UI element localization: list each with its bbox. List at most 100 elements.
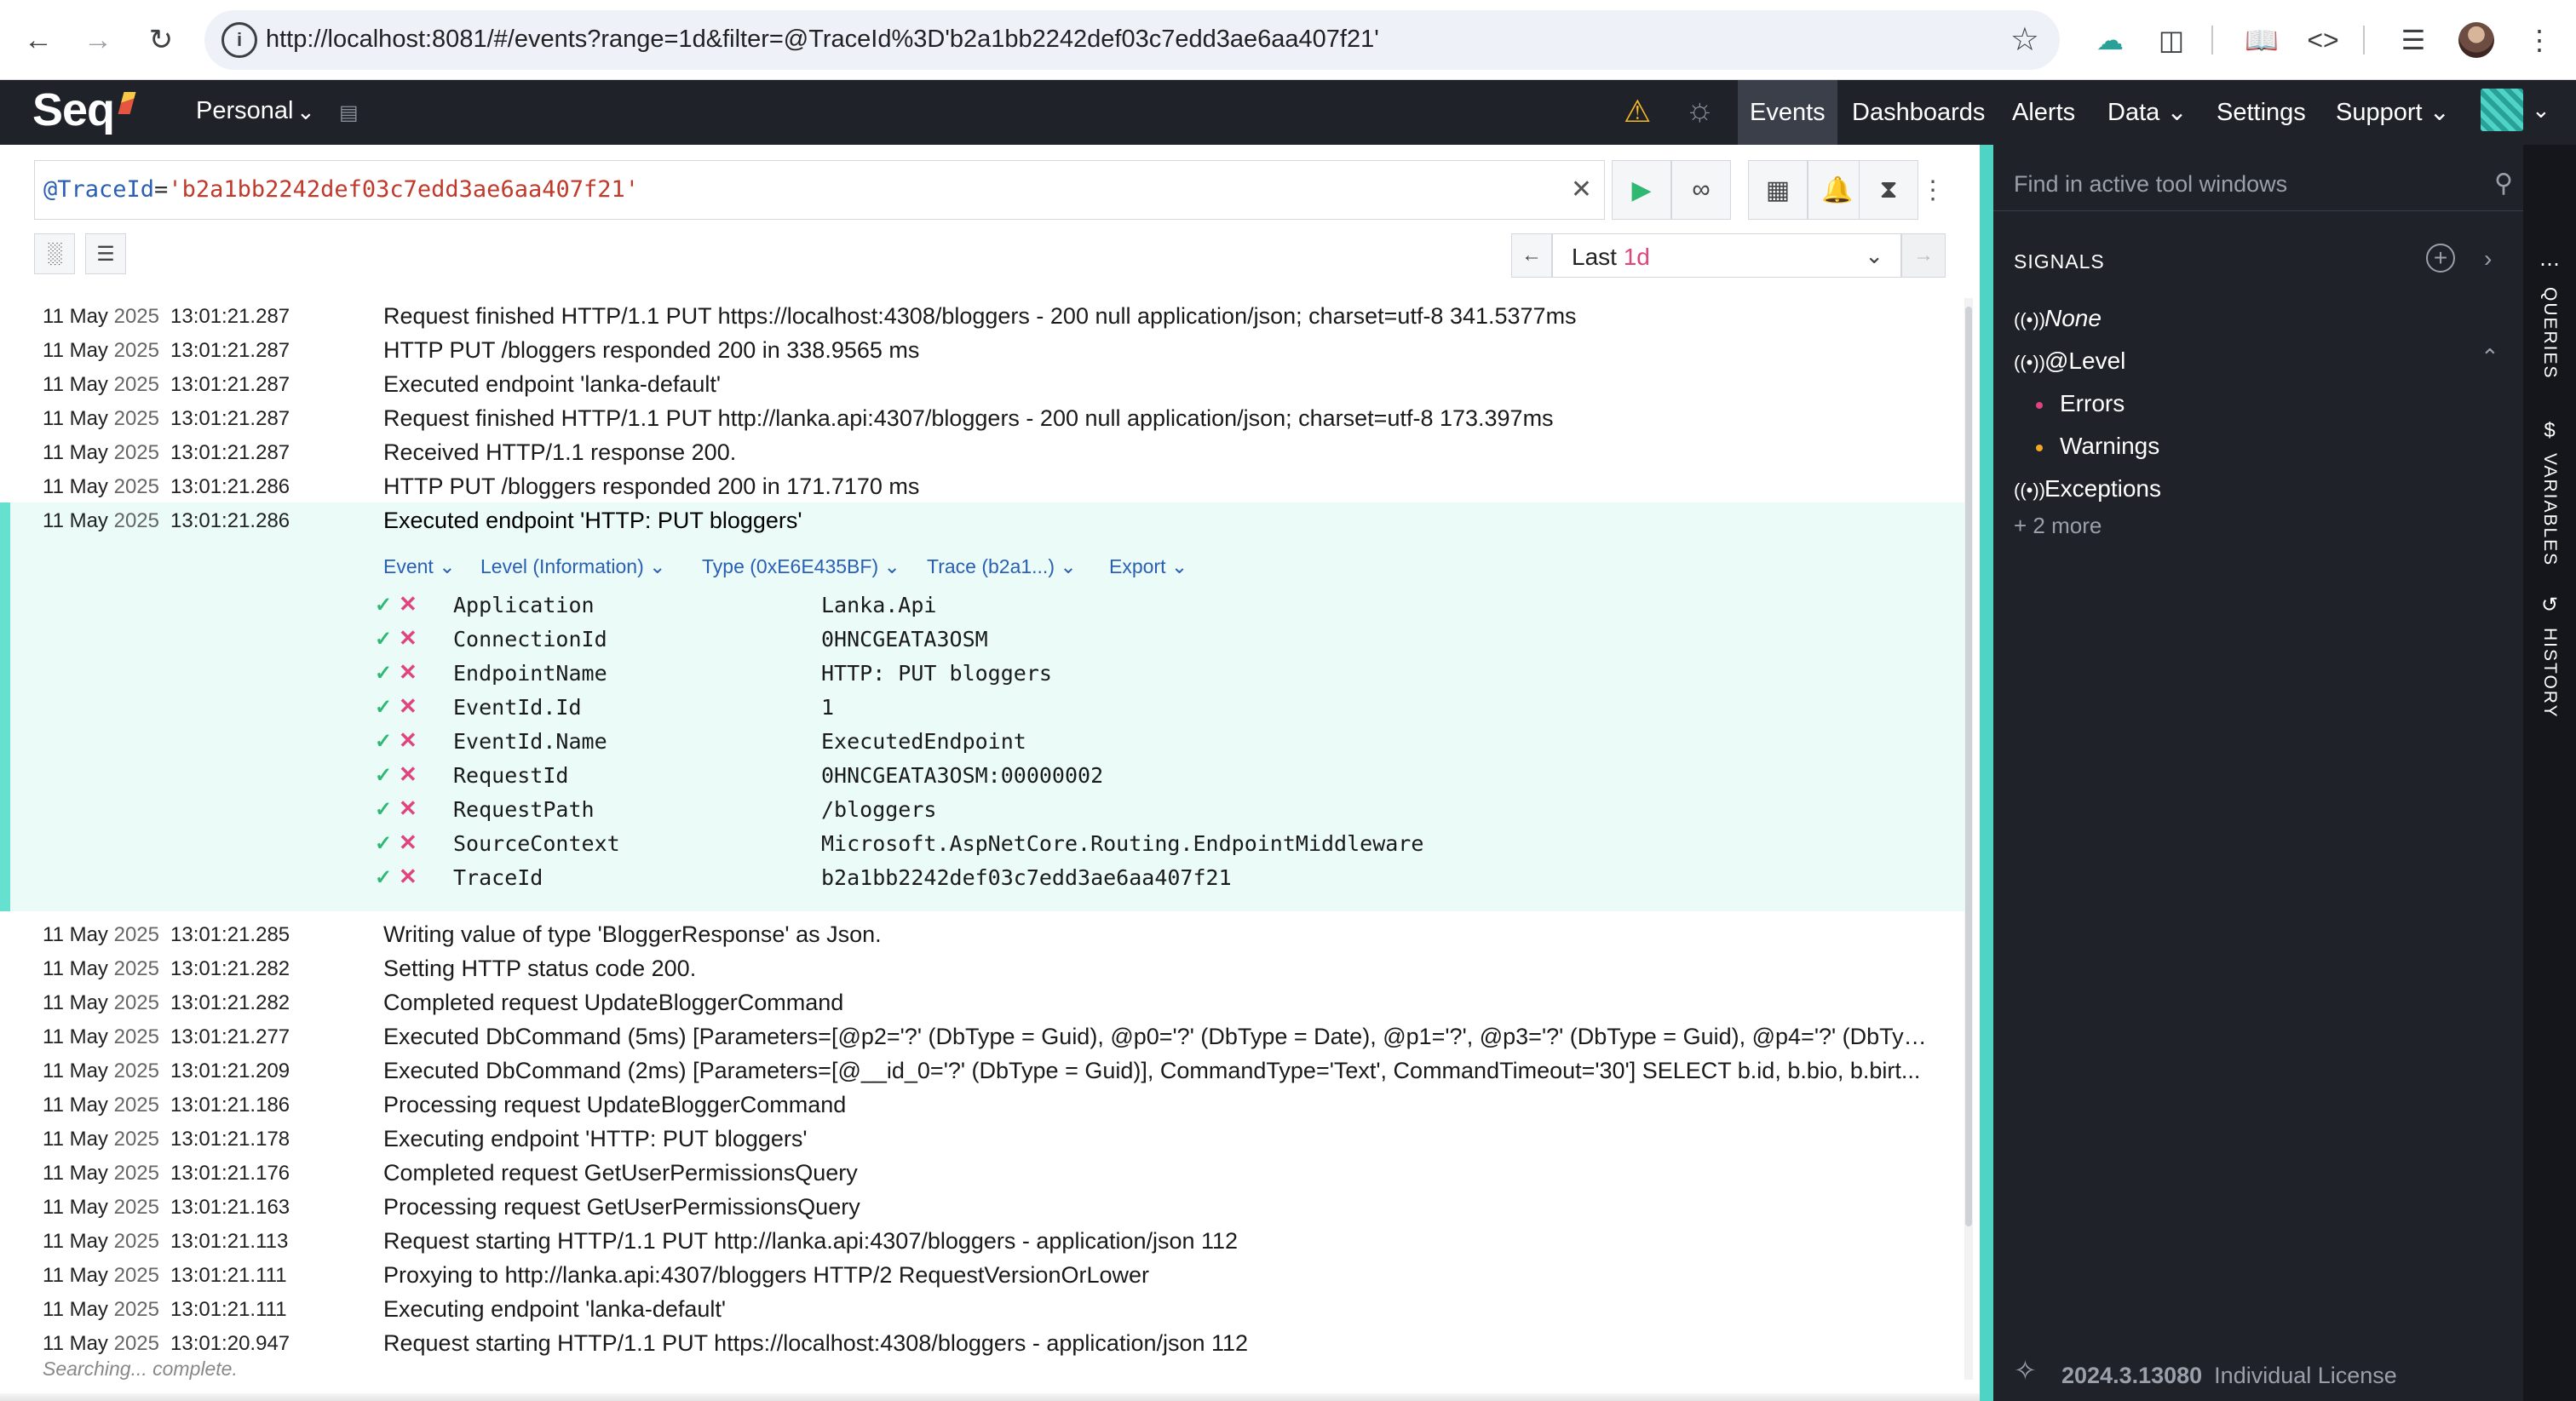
reading-list-icon[interactable]: 📖 [2240, 19, 2283, 61]
nav-dashboards[interactable]: Dashboards [1840, 80, 1997, 145]
nav-support[interactable]: Support ⌄ [2324, 80, 2462, 145]
tab-export[interactable]: Export ⌄ [1109, 555, 1187, 578]
event-row[interactable]: 11 May 2025 13:01:21.287 Request finishe… [0, 298, 1951, 332]
tab-level[interactable]: Level (Information) ⌄ [480, 555, 665, 578]
exclude-x-icon[interactable]: ✕ [399, 591, 417, 617]
user-identicon[interactable] [2481, 89, 2523, 131]
theme-toggle-icon[interactable]: ☼ [1685, 92, 1715, 129]
media-queue-icon[interactable]: ☰ [2392, 19, 2435, 61]
event-row[interactable]: 11 May 2025 13:01:21.186 Processing requ… [0, 1087, 1951, 1121]
include-check-icon[interactable]: ✓ [375, 797, 392, 822]
more-options-icon[interactable]: ⋮ [1920, 160, 1946, 220]
back-arrow-icon[interactable]: ← [17, 19, 60, 61]
tab-event[interactable]: Event ⌄ [383, 555, 456, 578]
chevron-up-icon[interactable]: ⌃ [2481, 344, 2499, 370]
event-row[interactable]: 11 May 2025 13:01:21.163 Processing requ… [0, 1189, 1951, 1223]
event-row[interactable]: 11 May 2025 13:01:21.178 Executing endpo… [0, 1121, 1951, 1155]
refresh-link-button[interactable]: ∞ [1671, 160, 1731, 220]
event-row[interactable]: 11 May 2025 13:01:21.287 Request finishe… [0, 400, 1951, 434]
include-check-icon[interactable]: ✓ [375, 627, 392, 652]
url-text[interactable]: http://localhost:8081/#/events?range=1d&… [266, 26, 1379, 54]
event-row[interactable]: 11 May 2025 13:01:21.176 Completed reque… [0, 1155, 1951, 1189]
event-row[interactable]: 11 May 2025 13:01:21.111 Proxying to htt… [0, 1257, 1951, 1291]
range-previous-icon[interactable]: ← [1511, 233, 1552, 278]
event-row[interactable]: 11 May 2025 13:01:21.111 Executing endpo… [0, 1291, 1951, 1325]
exclude-x-icon[interactable]: ✕ [399, 795, 417, 822]
include-check-icon[interactable]: ✓ [375, 593, 392, 617]
include-check-icon[interactable]: ✓ [375, 729, 392, 754]
add-signal-icon[interactable]: + [2426, 244, 2455, 273]
warning-icon[interactable]: ⚠ [1624, 94, 1651, 129]
profile-avatar[interactable] [2458, 22, 2494, 58]
save-workspace-icon[interactable]: ▤ [339, 100, 359, 125]
rail-queries[interactable]: ⋯ QUERIES [2523, 252, 2576, 380]
signal-button[interactable]: ⧗ [1859, 160, 1918, 220]
find-input[interactable] [2014, 167, 2474, 201]
tab-trace[interactable]: Trace (b2a1...) ⌄ [927, 555, 1077, 578]
include-check-icon[interactable]: ✓ [375, 661, 392, 686]
scrollbar-thumb[interactable] [1965, 307, 1972, 1226]
run-query-button[interactable]: ▶ [1612, 160, 1671, 220]
event-row[interactable]: 11 May 2025 13:01:21.287 Executed endpoi… [0, 366, 1951, 400]
signal-warnings[interactable]: Warnings [2036, 433, 2159, 460]
chevron-right-icon[interactable]: › [2484, 245, 2492, 273]
extensions-puzzle-icon[interactable]: ◫ [2150, 19, 2193, 61]
exclude-x-icon[interactable]: ✕ [399, 693, 417, 720]
exclude-x-icon[interactable]: ✕ [399, 761, 417, 788]
range-next-icon[interactable]: → [1901, 233, 1946, 278]
tab-type[interactable]: Type (0xE6E435BF) ⌄ [702, 555, 900, 578]
rail-history[interactable]: ↺ HISTORY [2523, 593, 2576, 719]
event-row[interactable]: 11 May 2025 13:01:20.947 Request startin… [0, 1325, 1951, 1359]
clear-icon[interactable]: ✕ [1571, 175, 1592, 204]
event-row[interactable]: 11 May 2025 13:01:21.209 Executed DbComm… [0, 1053, 1951, 1087]
event-row[interactable]: 11 May 2025 13:01:21.287 Received HTTP/1… [0, 434, 1951, 468]
exclude-x-icon[interactable]: ✕ [399, 625, 417, 652]
exclude-x-icon[interactable]: ✕ [399, 830, 417, 856]
browser-menu-icon[interactable]: ⋮ [2518, 19, 2561, 61]
panel-resize-handle[interactable] [1980, 145, 1993, 1401]
seq-logo[interactable]: Seq [32, 83, 115, 136]
nav-data[interactable]: Data ⌄ [2096, 80, 2199, 145]
event-row[interactable]: 11 May 2025 13:01:21.113 Request startin… [0, 1223, 1951, 1257]
forward-arrow-icon[interactable]: → [77, 19, 119, 61]
devtools-code-icon[interactable]: <> [2302, 19, 2344, 61]
exclude-x-icon[interactable]: ✕ [399, 864, 417, 890]
include-check-icon[interactable]: ✓ [375, 865, 392, 890]
histogram-view-icon[interactable]: ░ [34, 233, 75, 274]
reload-icon[interactable]: ↻ [140, 19, 182, 61]
event-row[interactable]: 11 May 2025 13:01:21.282 Setting HTTP st… [0, 950, 1951, 985]
signal-level[interactable]: ((•))@Level [2014, 347, 2125, 375]
event-row[interactable]: 11 May 2025 13:01:21.287 HTTP PUT /blogg… [0, 332, 1951, 366]
search-icon[interactable]: ⚲ [2494, 169, 2513, 198]
include-check-icon[interactable]: ✓ [375, 763, 392, 788]
event-row[interactable]: 11 May 2025 13:01:21.285 Writing value o… [0, 916, 1951, 950]
signal-errors[interactable]: Errors [2036, 390, 2125, 417]
chevron-down-icon[interactable]: ⌄ [2532, 97, 2550, 123]
include-check-icon[interactable]: ✓ [375, 831, 392, 856]
site-info-icon[interactable]: i [221, 22, 257, 58]
nav-alerts[interactable]: Alerts [2000, 80, 2087, 145]
more-signals-link[interactable]: + 2 more [2014, 513, 2102, 539]
list-view-icon[interactable]: ☰ [85, 233, 126, 274]
event-row[interactable]: 11 May 2025 13:01:21.286 HTTP PUT /blogg… [0, 468, 1951, 502]
event-row[interactable]: 11 May 2025 13:01:21.277 Executed DbComm… [0, 1019, 1951, 1053]
include-check-icon[interactable]: ✓ [375, 695, 392, 720]
nav-events[interactable]: Events [1738, 80, 1837, 145]
address-bar[interactable]: i http://localhost:8081/#/events?range=1… [204, 10, 2060, 70]
workspace-selector[interactable]: Personal [196, 97, 293, 125]
exclude-x-icon[interactable]: ✕ [399, 659, 417, 686]
rail-variables[interactable]: $ VARIABLES [2523, 419, 2576, 566]
event-row[interactable]: 11 May 2025 13:01:21.286 Executed endpoi… [10, 502, 1961, 537]
date-range-select[interactable]: Last 1d ⌄ [1552, 233, 1901, 278]
nav-settings[interactable]: Settings [2205, 80, 2318, 145]
event-row[interactable]: 11 May 2025 13:01:21.282 Completed reque… [0, 985, 1951, 1019]
signal-none[interactable]: ((•))None [2014, 305, 2102, 332]
bookmark-star-icon[interactable]: ☆ [2010, 20, 2039, 59]
search-input[interactable]: @TraceId='b2a1bb2242def03c7edd3ae6aa407f… [34, 160, 1605, 220]
filter-expression[interactable]: @TraceId='b2a1bb2242def03c7edd3ae6aa407f… [43, 176, 639, 203]
signal-exceptions[interactable]: ((•))Exceptions [2014, 475, 2161, 502]
chevron-down-icon[interactable]: ⌄ [296, 99, 315, 125]
exclude-x-icon[interactable]: ✕ [399, 727, 417, 754]
extension-cloud-icon[interactable]: ☁ [2089, 19, 2131, 61]
add-to-dashboard-button[interactable]: ▦ [1748, 160, 1808, 220]
